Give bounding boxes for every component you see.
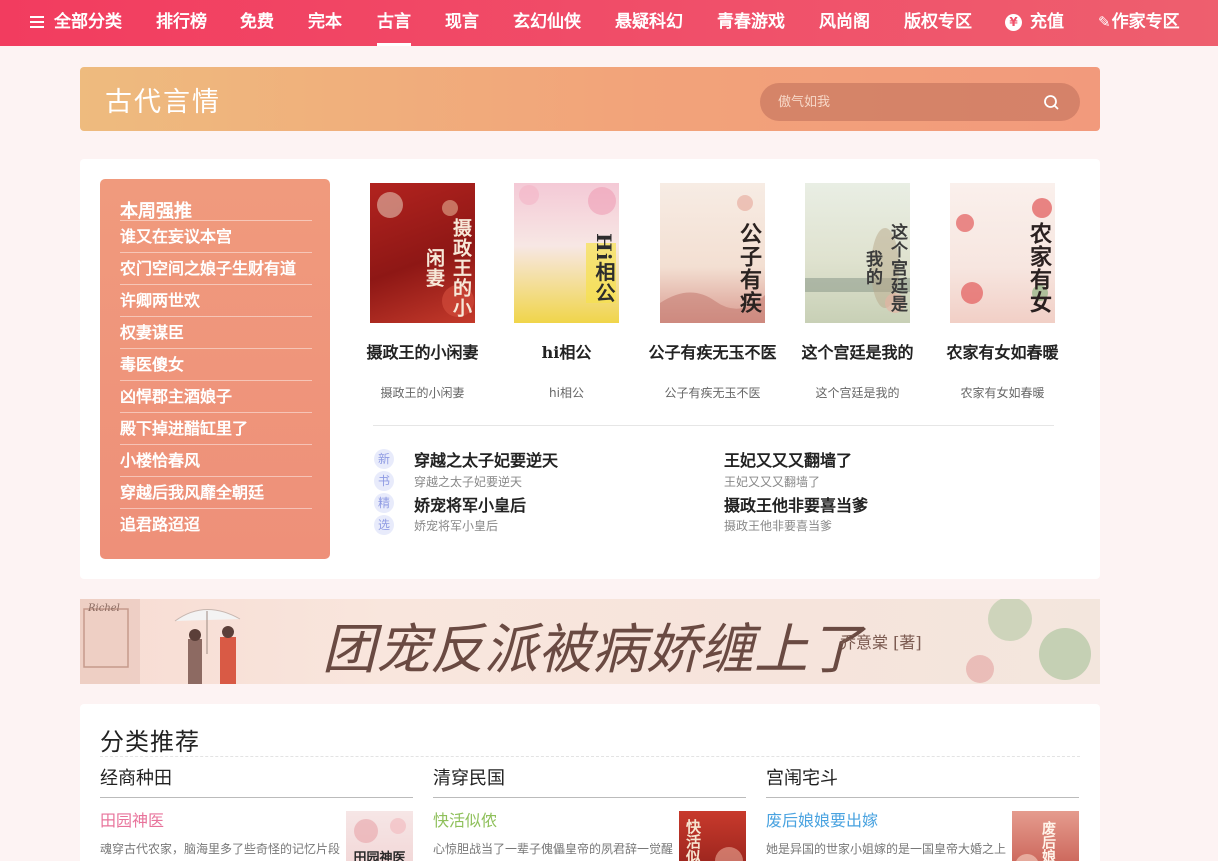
section-banner: 古代言情 xyxy=(80,67,1100,131)
category-heading: 分类推荐 xyxy=(100,728,200,756)
book-title[interactable]: 农家有女如春暖 xyxy=(930,339,1075,363)
category-book-desc: 她是异国的世家小姐嫁的是一国皇帝大婚之上 xyxy=(766,842,1006,856)
category-book-cover[interactable]: 田园神医 xyxy=(346,811,413,861)
pick-desc: 娇宠将军小皇后 xyxy=(414,519,499,533)
badge-new: 新 xyxy=(374,449,394,469)
cover-text: 农家有女 xyxy=(1026,222,1052,314)
category-book-cover[interactable]: 快活似侬 xyxy=(679,811,746,861)
nav-recharge[interactable]: ¥ 充值 xyxy=(1005,0,1064,46)
nav-youth-games[interactable]: 青春游戏 xyxy=(717,0,785,46)
weekly-list: 谁又在妄议本宫 农门空间之娘子生财有道 许卿两世欢 权妻谋臣 毒医傻女 凶悍郡主… xyxy=(120,220,312,540)
nav-ancient-romance[interactable]: 古言 xyxy=(377,0,411,46)
nav-all-categories[interactable]: 全部分类 xyxy=(30,0,122,46)
badge-book: 书 xyxy=(374,471,394,491)
weekly-item[interactable]: 谁又在妄议本宫 xyxy=(120,220,312,252)
featured-book[interactable]: 摄政王的小闲妻 摄政王的小闲妻 摄政王的小闲妻 xyxy=(350,183,495,401)
nav-suspense-scifi[interactable]: 悬疑科幻 xyxy=(615,0,683,46)
featured-book[interactable]: 这个宫廷是我的 这个宫廷是我的 这个宫廷是我的 xyxy=(785,183,930,401)
category-book-cover[interactable]: 废后娘娘 xyxy=(1012,811,1079,861)
featured-book[interactable]: 农家有女 农家有女如春暖 农家有女如春暖 xyxy=(930,183,1075,401)
nav-modern-romance[interactable]: 现言 xyxy=(445,0,479,46)
divider xyxy=(373,425,1054,426)
category-column: 经商种田 田园神医 魂穿古代农家，脑海里多了些奇怪的记忆片段 田园神医 xyxy=(100,766,413,861)
pick-title[interactable]: 穿越之太子妃要逆天 xyxy=(414,447,558,471)
section-title: 古代言情 xyxy=(105,87,221,118)
nav-free[interactable]: 免费 xyxy=(240,0,274,46)
category-panel: 分类推荐 经商种田 田园神医 魂穿古代农家，脑海里多了些奇怪的记忆片段 田园神医… xyxy=(80,704,1100,861)
pick-desc: 王妃又又又翻墙了 xyxy=(724,475,821,489)
promo-banner[interactable]: Richel 团宠反派被病娇缠上了 乔意棠 [著] xyxy=(80,599,1100,684)
weekly-item[interactable]: 小楼恰春风 xyxy=(120,444,312,476)
cover-text: 废后娘娘 xyxy=(1040,821,1056,861)
weekly-item[interactable]: 凶悍郡主酒娘子 xyxy=(120,380,312,412)
cover-text: 摄政王的小闲妻 xyxy=(423,218,472,318)
weekly-item[interactable]: 毒医傻女 xyxy=(120,348,312,380)
category-column: 宫闱宅斗 废后娘娘要出嫁 她是异国的世家小姐嫁的是一国皇帝大婚之上 废后娘娘 xyxy=(766,766,1079,861)
cover-text: 这个宫廷是我的 xyxy=(862,223,907,313)
book-subtitle: hi相公 xyxy=(549,386,584,400)
weekly-item[interactable]: 许卿两世欢 xyxy=(120,284,312,316)
promo-title: 团宠反派被病娇缠上了 xyxy=(322,618,862,681)
divider xyxy=(100,756,1080,757)
pen-icon: ✎ xyxy=(1098,13,1111,31)
book-subtitle: 这个宫廷是我的 xyxy=(815,386,900,400)
category-column: 清穿民国 快活似侬 心惊胆战当了一辈子傀儡皇帝的夙君辞一觉醒来 快活似侬 xyxy=(433,766,746,861)
weekly-item[interactable]: 穿越后我风靡全朝廷 xyxy=(120,476,312,508)
pick-desc: 穿越之太子妃要逆天 xyxy=(414,475,523,489)
category-name[interactable]: 清穿民国 xyxy=(433,766,746,798)
badge-select: 选 xyxy=(374,515,394,535)
category-book-desc: 魂穿古代农家，脑海里多了些奇怪的记忆片段 xyxy=(100,842,340,856)
featured-book[interactable]: Hi相公 hi相公 hi相公 xyxy=(494,183,639,401)
yen-coin-icon: ¥ xyxy=(1005,14,1022,31)
book-cover[interactable]: 这个宫廷是我的 xyxy=(805,183,910,323)
pick-title[interactable]: 摄政王他非要喜当爹 xyxy=(724,492,868,516)
promo-sign: Richel xyxy=(88,603,120,614)
category-book-title[interactable]: 废后娘娘要出嫁 xyxy=(766,807,878,831)
book-cover[interactable]: 农家有女 xyxy=(950,183,1055,323)
cover-text: 快活似侬 xyxy=(684,819,702,861)
top-nav: 全部分类 排行榜 免费 完本 古言 现言 玄幻仙侠 悬疑科幻 青春游戏 风尚阁 … xyxy=(0,0,1218,46)
cover-text: 田园神医 xyxy=(353,851,406,861)
featured-book[interactable]: 公子有疾 公子有疾无玉不医 公子有疾无玉不医 xyxy=(640,183,785,401)
book-title[interactable]: 公子有疾无玉不医 xyxy=(640,339,785,363)
pick-desc: 摄政王他非要喜当爹 xyxy=(724,519,833,533)
weekly-recommend-box: 本周强推 谁又在妄议本宫 农门空间之娘子生财有道 许卿两世欢 权妻谋臣 毒医傻女… xyxy=(100,179,330,559)
pick-title[interactable]: 娇宠将军小皇后 xyxy=(414,492,526,516)
nav-copyright[interactable]: 版权专区 xyxy=(904,0,972,46)
book-title[interactable]: 这个宫廷是我的 xyxy=(785,339,930,363)
category-book-title[interactable]: 快活似侬 xyxy=(433,807,497,831)
book-cover[interactable]: 公子有疾 xyxy=(660,183,765,323)
book-title[interactable]: hi相公 xyxy=(494,339,639,363)
menu-icon xyxy=(30,16,44,28)
main-panel: 本周强推 谁又在妄议本宫 农门空间之娘子生财有道 许卿两世欢 权妻谋臣 毒医傻女… xyxy=(80,159,1100,579)
category-name[interactable]: 宫闱宅斗 xyxy=(766,766,1079,798)
book-subtitle: 摄政王的小闲妻 xyxy=(380,386,465,400)
book-cover[interactable]: 摄政王的小闲妻 xyxy=(370,183,475,323)
search-icon[interactable] xyxy=(1043,94,1059,110)
promo-author: 乔意棠 [著] xyxy=(840,633,922,652)
nav-author-zone[interactable]: ✎作家专区 xyxy=(1098,0,1180,46)
category-book-title[interactable]: 田园神医 xyxy=(100,807,164,831)
category-name[interactable]: 经商种田 xyxy=(100,766,413,798)
search-box xyxy=(760,83,1080,121)
book-title[interactable]: 摄政王的小闲妻 xyxy=(350,339,495,363)
weekly-item[interactable]: 殿下掉进醋缸里了 xyxy=(120,412,312,444)
cover-text: 公子有疾 xyxy=(736,222,762,314)
book-subtitle: 农家有女如春暖 xyxy=(960,386,1045,400)
pick-title[interactable]: 王妃又又又翻墙了 xyxy=(724,447,852,471)
search-input[interactable] xyxy=(778,92,1018,112)
book-cover[interactable]: Hi相公 xyxy=(514,183,619,323)
book-subtitle: 公子有疾无玉不医 xyxy=(664,386,761,400)
nav-complete[interactable]: 完本 xyxy=(308,0,342,46)
badge-fine: 精 xyxy=(374,493,394,513)
weekly-item[interactable]: 权妻谋臣 xyxy=(120,316,312,348)
nav-fashion[interactable]: 风尚阁 xyxy=(819,0,870,46)
weekly-item[interactable]: 农门空间之娘子生财有道 xyxy=(120,252,312,284)
nav-fantasy[interactable]: 玄幻仙侠 xyxy=(513,0,581,46)
cover-text: Hi相公 xyxy=(592,232,616,304)
weekly-item[interactable]: 追君路迢迢 xyxy=(120,508,312,540)
category-book-desc: 心惊胆战当了一辈子傀儡皇帝的夙君辞一觉醒来 xyxy=(433,842,673,856)
nav-ranking[interactable]: 排行榜 xyxy=(156,0,207,46)
